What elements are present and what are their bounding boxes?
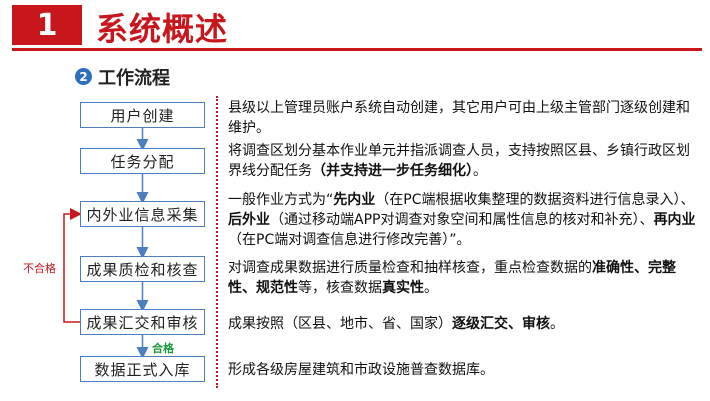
desc-text: 。: [550, 316, 564, 332]
desc-text: （通过移动端APP对调查对象空间和属性信息的核对和补充）、: [270, 212, 654, 228]
desc-emphasis: 后外业: [228, 212, 270, 228]
desc-text: 县级以上管理员账户系统自动创建，其它用户可由上级主管部门逐级创建和维护。: [228, 100, 690, 136]
flow-step-user-create: 用户创建: [80, 102, 205, 128]
desc-text: 形成各级房屋建筑和市政设施普查数据库。: [228, 362, 494, 378]
pass-label: 合格: [152, 342, 174, 355]
flow-step-field-collect: 内外业信息采集: [80, 201, 205, 227]
desc-emphasis: 再内业: [653, 212, 696, 228]
flow-step-qc-check: 成果质检和核查: [80, 256, 205, 282]
fail-label: 不合格: [23, 262, 56, 275]
desc-text: （在PC端根据收集整理的数据资料进行信息录入）、: [375, 192, 695, 208]
flow-step-task-assign: 任务分配: [80, 148, 205, 174]
desc-qc-check: 对调查成果数据进行质量检查和抽样核查，重点检查数据的准确性、完整性、规范性等，核…: [228, 258, 698, 298]
desc-db-import: 形成各级房屋建筑和市政设施普查数据库。: [228, 360, 698, 380]
desc-text: 成果按照（区县、地市、省、国家）: [228, 316, 452, 332]
desc-submit-review: 成果按照（区县、地市、省、国家）逐级汇交、审核。: [228, 314, 698, 334]
desc-user-create: 县级以上管理员账户系统自动创建，其它用户可由上级主管部门逐级创建和维护。: [228, 98, 698, 138]
desc-text: （在PC端对调查信息进行修改完善）”。: [228, 232, 471, 248]
desc-emphasis: 逐级汇交、审核: [452, 316, 550, 332]
desc-text: 一般作业方式为“: [228, 192, 334, 208]
desc-field-collect: 一般作业方式为“先内业（在PC端根据收集整理的数据资料进行信息录入）、后外业（通…: [228, 190, 698, 250]
desc-emphasis: （并支持进一步任务细化）: [312, 163, 473, 179]
desc-emphasis: 先内业: [333, 192, 376, 208]
desc-text: 等，核查数据: [298, 280, 382, 296]
divider-line: [216, 96, 218, 388]
fail-loop-arrow: [63, 208, 82, 323]
desc-emphasis: 真实性: [382, 280, 424, 296]
desc-task-assign: 将调查区划分基本作业单元并指派调查人员，支持按照区县、乡镇行政区划界线分配任务（…: [228, 141, 698, 181]
desc-text: 。: [424, 280, 438, 296]
desc-text: 。: [473, 163, 487, 179]
desc-text: 对调查成果数据进行质量检查和抽样核查，重点检查数据的: [228, 260, 592, 276]
flow-step-db-import: 数据正式入库: [80, 356, 205, 382]
flow-step-submit-review: 成果汇交和审核: [80, 309, 205, 335]
